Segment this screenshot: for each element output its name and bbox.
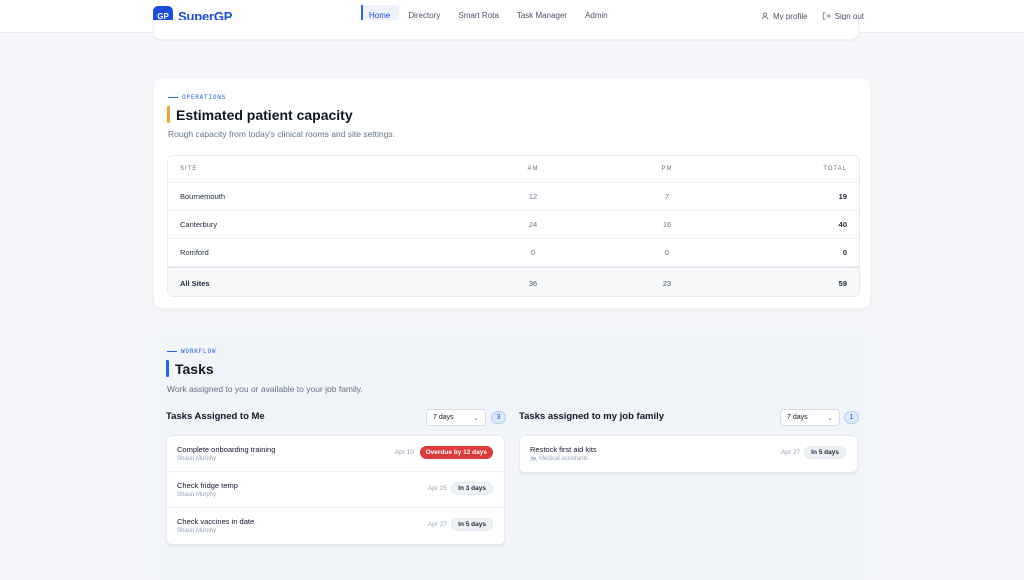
capacity-eyebrow: OPERATIONS	[168, 94, 226, 101]
title-accent-bar	[166, 360, 169, 377]
cell-site: All Sites	[180, 278, 210, 288]
task-title: Check vaccines in date	[177, 517, 255, 526]
capacity-section: OPERATIONS Estimated patient capacity Ro…	[153, 77, 871, 309]
assigned-task-list: Complete onboarding training Shaun Murph…	[166, 435, 505, 545]
task-due-date: Apr 27	[780, 449, 800, 456]
capacity-eyebrow-label: OPERATIONS	[182, 94, 227, 101]
family-tasks-column: Tasks assigned to my job family 7 days ⌄…	[519, 408, 859, 473]
family-tasks-title: Tasks assigned to my job family	[519, 411, 665, 422]
capacity-title-text: Estimated patient capacity	[176, 106, 353, 123]
table-row: Romford 0 0 0	[168, 239, 859, 267]
header-am: AM	[527, 166, 539, 172]
header-site: SITE	[180, 166, 198, 172]
family-tasks-header: Tasks assigned to my job family 7 days ⌄…	[519, 408, 859, 428]
status-badge: In 5 days	[451, 518, 493, 531]
sign-out-icon	[822, 12, 831, 20]
cell-site: Romford	[180, 248, 209, 257]
cell-pm: 0	[664, 248, 670, 257]
list-item[interactable]: Check vaccines in date Shaun Murphy Apr …	[167, 508, 504, 544]
table-row: Canterbury 24 16 40	[168, 211, 859, 239]
task-title: Restock first aid kits	[530, 445, 597, 454]
task-title: Complete onboarding training	[177, 445, 276, 454]
eyebrow-dash	[167, 351, 177, 352]
table-row: Bournemouth 12 7 19	[168, 183, 859, 211]
user-icon	[761, 12, 769, 20]
tasks-title: Tasks	[166, 360, 214, 377]
cell-total: 59	[838, 278, 847, 288]
group-icon	[530, 456, 537, 462]
chevron-down-icon: ⌄	[473, 415, 479, 422]
cell-total: 0	[842, 248, 847, 257]
list-item[interactable]: Check fridge temp Shaun Murphy Apr 25 In…	[167, 472, 504, 508]
capacity-subtitle: Rough capacity from today's clinical roo…	[168, 129, 395, 139]
capacity-title: Estimated patient capacity	[167, 106, 353, 123]
assigned-range-select[interactable]: 7 days ⌄	[426, 409, 486, 426]
task-job-family: Medical assistants	[530, 456, 588, 462]
list-item[interactable]: Restock first aid kits Medical assistant…	[520, 436, 857, 472]
family-range-value: 7 days	[787, 414, 808, 421]
status-badge: Overdue by 12 days	[419, 446, 493, 459]
table-total-row: All Sites 36 23 59	[168, 267, 859, 296]
tasks-eyebrow-label: WORKFLOW	[181, 348, 217, 355]
assigned-tasks-header: Tasks Assigned to Me 7 days ⌄ 3	[166, 408, 506, 428]
cell-total: 40	[838, 220, 847, 229]
task-title: Check fridge temp	[177, 481, 238, 490]
task-assignee: Shaun Murphy	[177, 528, 217, 534]
cell-site: Canterbury	[180, 220, 218, 229]
task-assignee: Shaun Murphy	[177, 456, 217, 462]
family-task-list: Restock first aid kits Medical assistant…	[519, 435, 858, 473]
cell-pm: 23	[662, 278, 672, 288]
assigned-count-badge: 3	[491, 411, 506, 424]
task-job-family-label: Medical assistants	[539, 456, 589, 462]
task-due-date: Apr 25	[427, 485, 447, 492]
capacity-table: SITE AM PM TOTAL Bournemouth 12 7 19 Can…	[167, 155, 860, 297]
header-pm: PM	[661, 166, 673, 172]
tasks-title-text: Tasks	[175, 360, 214, 377]
list-item[interactable]: Complete onboarding training Shaun Murph…	[167, 436, 504, 472]
eyebrow-dash	[168, 97, 178, 98]
cell-site: Bournemouth	[180, 192, 226, 201]
tasks-subtitle: Work assigned to you or available to you…	[167, 384, 363, 394]
assigned-range-value: 7 days	[433, 414, 454, 421]
status-badge: In 5 days	[804, 446, 846, 459]
status-badge: In 3 days	[451, 482, 493, 495]
cell-total: 19	[838, 192, 847, 201]
previous-section-card	[153, 20, 859, 40]
cell-am: 0	[530, 248, 536, 257]
header-total: TOTAL	[823, 166, 847, 172]
cell-pm: 7	[664, 192, 670, 201]
task-due-date: Apr 10	[394, 449, 414, 456]
tasks-section: WORKFLOW Tasks Work assigned to you or a…	[153, 332, 871, 580]
family-count-badge: 1	[844, 411, 859, 424]
assigned-tasks-title: Tasks Assigned to Me	[166, 411, 265, 422]
cell-pm: 16	[662, 220, 672, 229]
tasks-eyebrow: WORKFLOW	[167, 348, 216, 355]
title-accent-bar	[167, 106, 170, 123]
chevron-down-icon: ⌄	[827, 415, 833, 422]
task-due-date: Apr 27	[427, 521, 447, 528]
family-range-select[interactable]: 7 days ⌄	[780, 409, 840, 426]
cell-am: 12	[528, 192, 538, 201]
task-assignee: Shaun Murphy	[177, 492, 217, 498]
assigned-tasks-column: Tasks Assigned to Me 7 days ⌄ 3 Complete…	[166, 408, 506, 545]
table-header-row: SITE AM PM TOTAL	[168, 156, 859, 183]
cell-am: 36	[528, 278, 538, 288]
cell-am: 24	[528, 220, 538, 229]
